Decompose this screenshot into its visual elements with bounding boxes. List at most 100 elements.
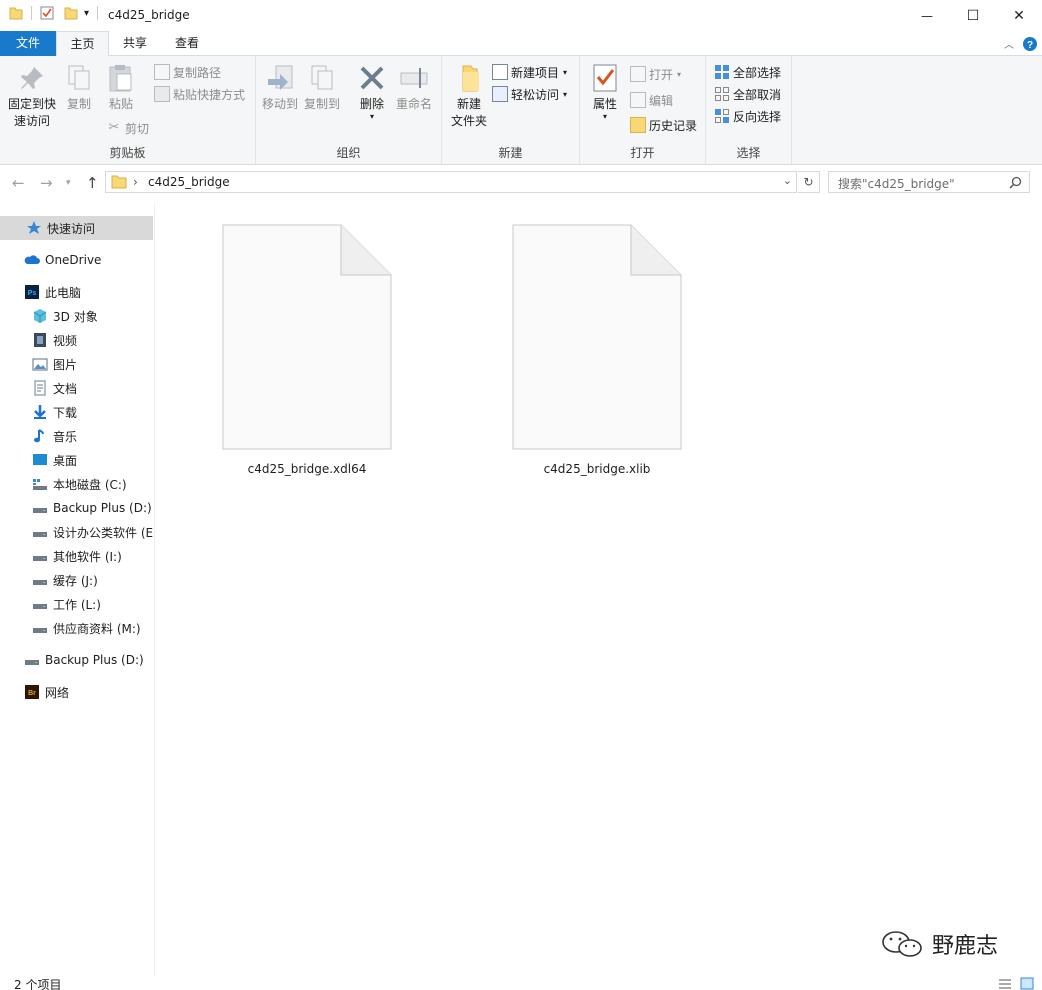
nav-3d-objects[interactable]: 3D 对象: [0, 304, 153, 328]
paste-button[interactable]: 粘贴: [102, 62, 140, 113]
move-to-label: 移动到: [261, 97, 298, 111]
cut-button[interactable]: ✂ 剪切: [106, 118, 149, 138]
refresh-button[interactable]: ↻: [798, 171, 820, 193]
customize-toolbar-icon[interactable]: ▾: [84, 8, 89, 19]
nav-drive-l[interactable]: 工作 (L:): [0, 592, 153, 616]
edit-button[interactable]: 编辑: [630, 90, 673, 110]
paste-label: 粘贴: [108, 97, 133, 111]
star-icon: [27, 221, 41, 234]
copy-label: 复制: [66, 97, 91, 111]
collapse-ribbon-icon[interactable]: ︿: [1004, 36, 1014, 51]
details-view-icon[interactable]: [998, 978, 1012, 990]
rename-button[interactable]: 重命名: [392, 62, 436, 113]
new-folder-icon[interactable]: [64, 6, 78, 20]
new-folder-label-line2: 文件夹: [450, 114, 487, 128]
nav-network-label: 网络: [45, 685, 70, 700]
close-button[interactable]: ✕: [996, 0, 1042, 31]
tab-file[interactable]: 文件: [0, 31, 56, 56]
breadcrumb[interactable]: c4d25_bridge: [148, 175, 230, 189]
br-icon: Br: [25, 685, 39, 699]
drive-icon: [33, 508, 47, 513]
nav-drive-m[interactable]: 供应商资料 (M:): [0, 616, 153, 640]
nav-desktop[interactable]: 桌面: [0, 448, 153, 472]
status-bar: 2 个项目: [0, 976, 1042, 990]
nav-this-pc[interactable]: Ps 此电脑: [0, 280, 153, 304]
open-icon: [630, 66, 646, 82]
properties-dropdown-icon[interactable]: ▾: [588, 113, 622, 121]
nav-network[interactable]: Br 网络: [0, 680, 153, 704]
up-arrow-icon[interactable]: ↑: [86, 174, 99, 192]
select-all-button[interactable]: 全部选择: [714, 62, 781, 82]
nav-downloads[interactable]: 下载: [0, 400, 153, 424]
new-folder-button[interactable]: 新建 文件夹: [446, 62, 492, 130]
properties-icon: [593, 64, 617, 92]
refresh-icon: ↻: [803, 175, 814, 189]
move-to-button[interactable]: 移动到: [260, 62, 300, 113]
large-icons-view-icon[interactable]: [1020, 977, 1034, 990]
nav-backup-plus[interactable]: Backup Plus (D:): [0, 648, 153, 672]
clipboard-group-label: 剪贴板: [109, 146, 146, 160]
new-group: 新建 文件夹 新建项目 ▾ 轻松访问 ▾ 新建: [442, 56, 580, 165]
select-all-icon: [715, 65, 729, 79]
organize-group-label: 组织: [336, 146, 361, 160]
file-name: c4d25_bridge.xlib: [543, 462, 651, 476]
paste-shortcut-icon: [154, 86, 170, 102]
address-bar[interactable]: › c4d25_bridge ⌄: [105, 171, 797, 193]
delete-dropdown-icon[interactable]: ▾: [354, 113, 390, 121]
nav-documents[interactable]: 文档: [0, 376, 153, 400]
tab-home[interactable]: 主页: [56, 31, 109, 57]
copy-path-button[interactable]: 复制路径: [154, 62, 221, 82]
nav-pictures[interactable]: 图片: [0, 352, 153, 376]
minimize-button[interactable]: —: [904, 0, 950, 31]
back-arrow-icon[interactable]: ←: [12, 174, 25, 192]
file-item[interactable]: c4d25_bridge.xdl64: [212, 224, 402, 476]
cube-icon: [33, 309, 47, 323]
copy-to-label: 复制到: [303, 97, 340, 111]
tab-share[interactable]: 共享: [109, 31, 161, 56]
tab-view[interactable]: 查看: [161, 31, 213, 56]
properties-icon[interactable]: [40, 6, 54, 20]
pin-to-quick-access-button[interactable]: 固定到快 速访问: [4, 62, 60, 130]
nav-onedrive[interactable]: OneDrive: [0, 248, 153, 272]
invert-selection-button[interactable]: 反向选择: [714, 106, 781, 126]
properties-button[interactable]: 属性 ▾: [588, 62, 622, 121]
forward-arrow-icon[interactable]: →: [40, 174, 53, 192]
paste-shortcut-button[interactable]: 粘贴快捷方式: [154, 84, 245, 104]
help-icon[interactable]: ?: [1023, 37, 1037, 51]
folder-icon[interactable]: [9, 6, 23, 20]
search-icon: [1009, 176, 1022, 189]
open-button[interactable]: 打开 ▾: [630, 64, 681, 84]
file-item[interactable]: c4d25_bridge.xlib: [502, 224, 692, 476]
nav-drive-i[interactable]: 其他软件 (I:): [0, 544, 153, 568]
address-dropdown-icon[interactable]: ⌄: [783, 174, 792, 187]
delete-button[interactable]: 删除 ▾: [354, 62, 390, 121]
download-icon: [34, 405, 46, 419]
nav-drive-c[interactable]: 本地磁盘 (C:): [0, 472, 153, 496]
nav-item-label: 文档: [53, 381, 78, 396]
nav-item-label: 其他软件 (I:): [53, 549, 122, 564]
nav-drive-e[interactable]: 设计办公类软件 (E: [0, 520, 153, 544]
nav-backup-plus-label: Backup Plus (D:): [45, 653, 144, 667]
easy-access-button[interactable]: 轻松访问 ▾: [492, 84, 567, 104]
pin-label-line2: 速访问: [13, 114, 50, 128]
search-input[interactable]: 搜索"c4d25_bridge": [828, 171, 1030, 193]
nav-music[interactable]: 音乐: [0, 424, 153, 448]
delete-icon: [360, 66, 384, 90]
copy-button[interactable]: 复制: [62, 62, 96, 113]
history-button[interactable]: 历史记录: [630, 115, 697, 135]
new-item-button[interactable]: 新建项目 ▾: [492, 62, 567, 82]
new-item-icon: [492, 64, 508, 80]
drive-icon: [33, 556, 47, 561]
nav-drive-j[interactable]: 缓存 (J:): [0, 568, 153, 592]
recent-locations-icon[interactable]: ▾: [66, 178, 71, 188]
select-all-label: 全部选择: [733, 65, 782, 80]
svg-text:Ps: Ps: [28, 290, 37, 297]
copy-to-button[interactable]: 复制到: [302, 62, 342, 113]
select-none-button[interactable]: 全部取消: [714, 84, 781, 104]
select-none-label: 全部取消: [733, 87, 782, 102]
maximize-button[interactable]: ☐: [950, 0, 996, 31]
nav-quick-access[interactable]: 快速访问: [0, 216, 153, 240]
nav-drive-d[interactable]: Backup Plus (D:): [0, 496, 153, 520]
nav-videos[interactable]: 视频: [0, 328, 153, 352]
new-group-label: 新建: [498, 146, 523, 160]
